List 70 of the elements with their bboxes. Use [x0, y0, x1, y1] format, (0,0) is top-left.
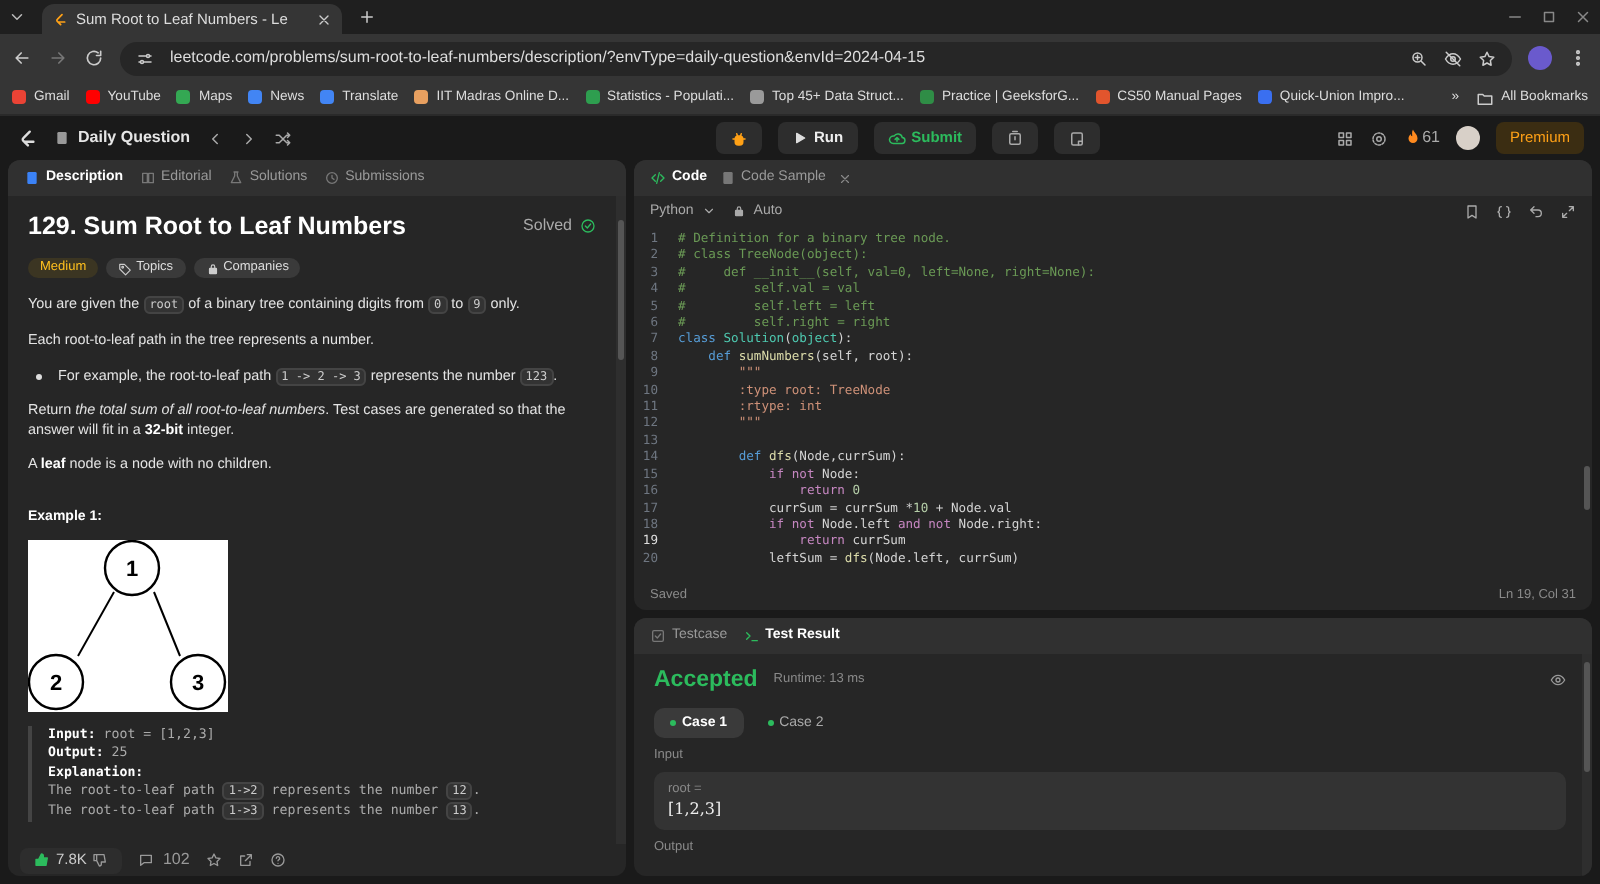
help-icon[interactable]	[269, 852, 286, 868]
document-icon	[24, 170, 40, 186]
comment-icon	[138, 851, 155, 868]
flask-icon	[227, 170, 244, 186]
book-icon	[139, 170, 156, 186]
settings-icon[interactable]	[1370, 129, 1389, 147]
thumbs-up-icon	[34, 852, 50, 868]
streak-counter[interactable]: 61	[1404, 127, 1440, 149]
flame-icon	[1404, 128, 1423, 147]
forward-icon[interactable]	[48, 48, 68, 68]
tree-node: 1	[103, 539, 161, 596]
tag-icon	[118, 261, 133, 276]
notes-button[interactable]	[1054, 122, 1101, 154]
close-icon[interactable]	[837, 171, 852, 185]
tree-edge	[153, 590, 181, 657]
timer-button[interactable]	[992, 122, 1039, 154]
logo-icon[interactable]	[16, 127, 38, 149]
eye-off-icon[interactable]	[1444, 49, 1462, 67]
zoom-icon[interactable]	[1410, 49, 1428, 67]
lock-icon	[205, 261, 220, 276]
code-icon	[650, 170, 666, 186]
layout-icon[interactable]	[1336, 129, 1355, 147]
tree-node: 2	[28, 652, 85, 710]
tab-list-icon[interactable]	[8, 8, 26, 26]
tree-node: 3	[169, 652, 227, 710]
shuffle-icon[interactable]	[274, 129, 293, 147]
thumbs-down-icon	[92, 852, 109, 868]
lock-icon	[731, 204, 746, 218]
bookmark-icon[interactable]	[1464, 203, 1480, 219]
history-icon	[323, 170, 340, 186]
document-icon	[719, 170, 735, 186]
bug-icon	[730, 129, 749, 147]
expand-icon[interactable]	[1560, 203, 1576, 219]
braces-icon[interactable]	[1496, 203, 1512, 219]
chevron-down-icon	[701, 204, 716, 218]
close-icon[interactable]	[316, 11, 332, 27]
close-icon[interactable]	[1574, 8, 1592, 26]
problem-list-title[interactable]: Daily Question	[78, 127, 191, 149]
undo-icon[interactable]	[1528, 203, 1544, 219]
maximize-icon[interactable]	[1540, 8, 1558, 26]
check-circle-icon	[580, 218, 596, 235]
scrollbar[interactable]	[1582, 654, 1592, 876]
star-icon[interactable]	[205, 852, 222, 868]
input-value: [1,2,3]	[668, 799, 724, 821]
site-logo-icon	[52, 11, 68, 27]
new-tab-icon[interactable]	[358, 8, 376, 26]
cloud-upload-icon	[887, 129, 906, 147]
comments-button[interactable]: 102	[138, 849, 190, 871]
bullet-icon	[36, 373, 42, 380]
terminal-icon	[743, 628, 760, 644]
site-info-icon[interactable]	[136, 49, 154, 67]
star-icon[interactable]	[1478, 49, 1496, 67]
problem-title: 129. Sum Root to Leaf Numbers	[28, 212, 406, 242]
scrollbar[interactable]	[616, 196, 626, 844]
debug-button[interactable]	[716, 122, 763, 154]
verdict-text: Accepted	[654, 666, 758, 696]
address-bar[interactable]: leetcode.com/problems/sum-root-to-leaf-numbers/description/?envType=daily-question&envId=2024-04-15	[120, 41, 1512, 75]
eye-icon[interactable]	[1550, 672, 1566, 689]
url-text: leetcode.com/problems/sum-root-to-leaf-numbers/description/?envType=daily-question&envId=2024-04-15	[170, 47, 928, 69]
note-icon	[1068, 129, 1087, 147]
timer-icon	[1006, 129, 1025, 147]
play-icon	[792, 130, 809, 146]
checkbox-icon	[650, 628, 666, 644]
reload-icon[interactable]	[84, 48, 104, 68]
share-icon[interactable]	[237, 852, 254, 868]
folder-icon	[1475, 89, 1494, 107]
back-icon[interactable]	[12, 48, 32, 68]
user-avatar[interactable]	[1455, 126, 1480, 150]
tree-edge	[77, 590, 115, 657]
solved-status: Solved	[523, 216, 572, 238]
